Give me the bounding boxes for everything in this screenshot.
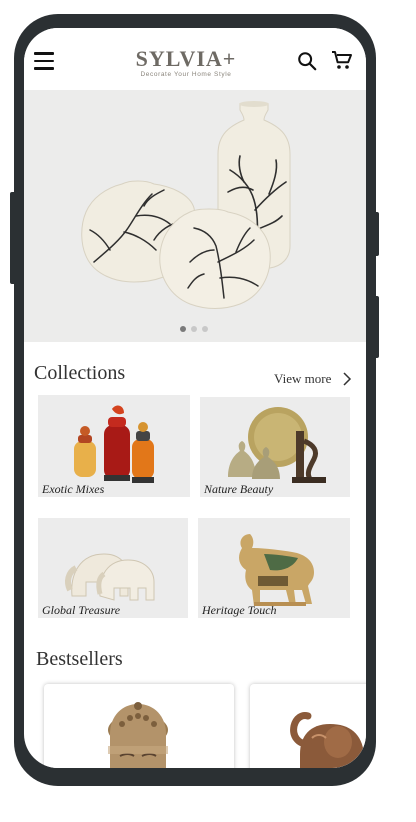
bestseller-card[interactable] <box>250 684 366 768</box>
app-header: SYLVIA+ Decorate Your Home Style <box>24 28 366 90</box>
hero-banner[interactable] <box>24 90 366 342</box>
phone-screen: SYLVIA+ Decorate Your Home Style Collect… <box>24 28 366 768</box>
collection-tile-exotic-mixes[interactable]: Exotic Mixes <box>38 395 190 497</box>
collection-tile-nature-beauty[interactable]: Nature Beauty <box>200 397 350 497</box>
hero-pagination <box>180 326 208 332</box>
view-more-link[interactable]: View more <box>274 371 353 387</box>
phone-side-button <box>374 212 379 256</box>
brand-name: SYLVIA+ <box>135 46 237 71</box>
brand-tagline: Decorate Your Home Style <box>140 71 232 78</box>
hero-vases-image <box>81 101 291 309</box>
collection-label: Global Treasure <box>42 603 121 617</box>
bestsellers-title: Bestsellers <box>36 648 123 670</box>
pagination-dot[interactable] <box>180 326 186 332</box>
search-icon[interactable] <box>296 50 318 72</box>
buddha-head-image <box>108 702 168 768</box>
collection-tile-global-treasure[interactable]: Global Treasure <box>38 518 188 618</box>
brand-logo[interactable]: SYLVIA+ Decorate Your Home Style <box>124 48 248 79</box>
shopping-cart-icon[interactable] <box>330 48 354 72</box>
pagination-dot[interactable] <box>202 326 208 332</box>
view-more-label: View more <box>274 371 332 386</box>
phone-side-button <box>10 192 16 284</box>
chevron-right-icon <box>343 372 352 386</box>
app-stage: SYLVIA+ Decorate Your Home Style Collect… <box>0 0 416 822</box>
elephant-statue-image <box>290 712 364 768</box>
collection-label: Exotic Mixes <box>42 482 105 496</box>
phone-side-button <box>374 296 379 358</box>
collection-label: Heritage Touch <box>202 603 277 617</box>
collections-title: Collections <box>34 362 126 384</box>
pagination-dot[interactable] <box>191 326 197 332</box>
collection-label: Nature Beauty <box>204 482 274 496</box>
collection-tile-heritage-touch[interactable]: Heritage Touch <box>198 518 350 618</box>
bestseller-card[interactable] <box>44 684 234 768</box>
hamburger-menu-icon[interactable] <box>34 52 54 70</box>
